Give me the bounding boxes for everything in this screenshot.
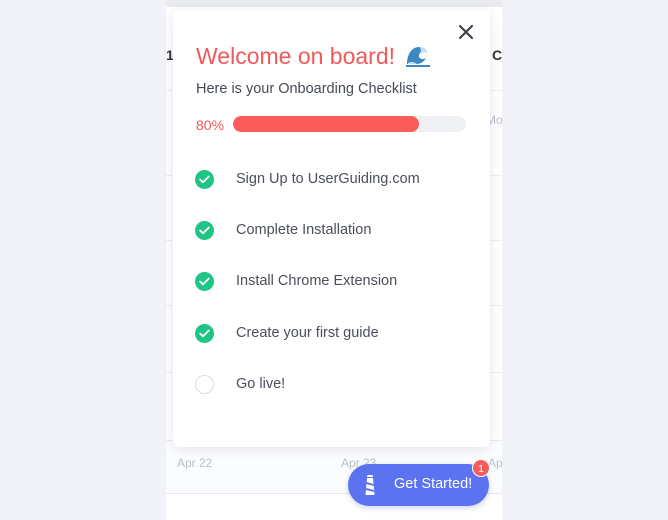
close-button[interactable] [456,22,476,42]
checklist-item-label: Install Chrome Extension [236,273,398,289]
check-circle-icon [195,220,214,240]
check-circle-icon [195,169,214,189]
modal-subtitle: Here is your Onboarding Checklist [196,81,417,97]
checklist-item[interactable]: Go live! [195,373,465,395]
modal-title-text: Welcome on board! [196,43,396,69]
progress-bar [233,116,466,132]
get-started-button[interactable]: Get Started! [348,464,489,506]
notification-badge: 1 [472,459,490,477]
checklist-item-label: Create your first guide [236,325,379,341]
checklist-item[interactable]: Create your first guide [195,322,465,344]
check-circle-icon [195,271,214,291]
date-label: Ap [488,456,503,470]
checklist-item-label: Go live! [236,376,286,392]
get-started-label: Get Started! [394,476,473,492]
background-top-band [166,0,502,7]
checklist-item[interactable]: Complete Installation [195,219,465,241]
checklist-item-label: Complete Installation [236,222,372,238]
onboarding-checklist-modal: Welcome on board! Here is your Onboardin… [173,10,490,447]
close-icon [458,24,474,40]
empty-circle-icon [195,374,214,394]
checklist-item-label: Sign Up to UserGuiding.com [236,171,420,187]
lighthouse-icon [362,474,378,501]
progress-bar-fill [233,116,420,132]
progress-percent: 80% [196,117,225,133]
checklist-item[interactable]: Sign Up to UserGuiding.com [195,168,465,190]
modal-title: Welcome on board! [196,43,431,73]
date-label: Apr 22 [177,456,213,470]
wave-icon [405,43,431,73]
checklist-item[interactable]: Install Chrome Extension [195,270,465,292]
check-circle-icon [195,323,214,343]
background-header-fragment: C [492,47,503,63]
